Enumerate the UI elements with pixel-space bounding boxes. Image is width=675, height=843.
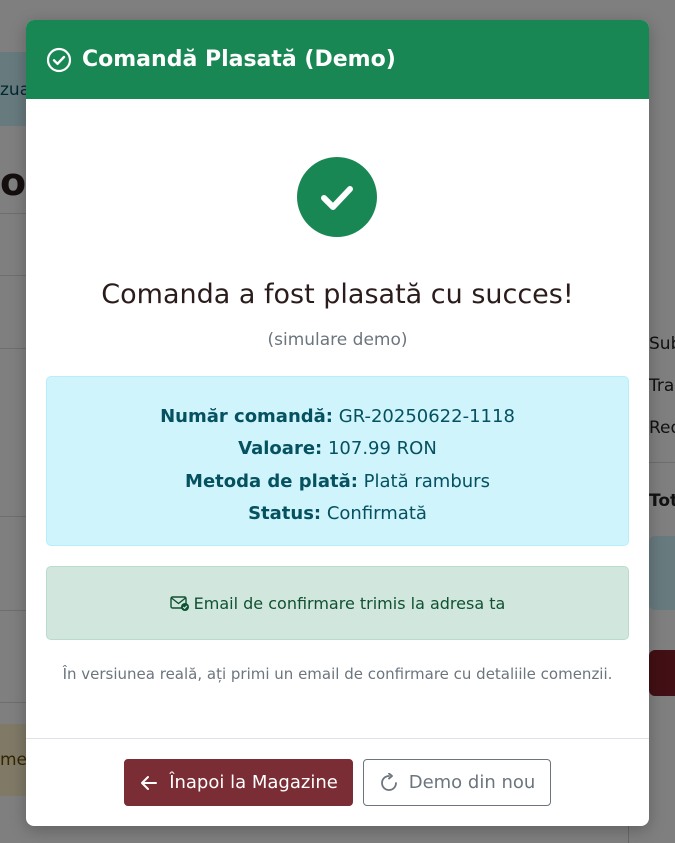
demo-note: În versiunea reală, ați primi un email d… [62,665,613,683]
demo-again-label: Demo din nou [408,772,536,793]
order-value-label: Valoare: [238,438,323,460]
success-check-icon [297,157,377,237]
payment-method-value: Plată ramburs [363,470,490,492]
arrow-left-icon [139,773,159,793]
success-heading: Comanda a fost plasată cu succes! [101,279,574,310]
order-confirmation-modal: Comandă Plasată (Demo) Comanda a fost pl… [26,20,649,826]
email-confirmation-alert: Email de confirmare trimis la adresa ta [46,566,629,640]
order-status-value: Confirmată [326,502,427,524]
payment-method-label: Metoda de plată: [185,470,358,492]
success-subheading: (simulare demo) [267,330,408,350]
back-to-stores-label: Înapoi la Magazine [169,772,338,793]
order-value-line: Valoare: 107.99 RON [47,433,628,465]
modal-body: Comanda a fost plasată cu succes! (simul… [26,99,649,738]
modal-title: Comandă Plasată (Demo) [82,47,396,72]
order-number-label: Număr comandă: [160,406,334,427]
order-value-value: 107.99 RON [327,438,437,460]
modal-header: Comandă Plasată (Demo) [26,20,649,99]
back-to-stores-button[interactable]: Înapoi la Magazine [124,759,353,806]
payment-method-line: Metoda de plată: Plată ramburs [47,466,628,498]
check-circle-icon [46,47,72,73]
order-number-value: GR-20250622-1118 [338,406,515,427]
modal-footer: Înapoi la Magazine Demo din nou [26,738,649,826]
email-confirmation-text: Email de confirmare trimis la adresa ta [193,593,506,613]
order-status-line: Status: Confirmată [47,498,628,530]
order-status-label: Status: [248,502,322,524]
order-number-line: Număr comandă: GR-20250622-1118 [47,401,628,433]
envelope-check-icon [169,595,190,611]
order-details-box: Număr comandă: GR-20250622-1118 Valoare:… [46,376,629,546]
demo-again-button[interactable]: Demo din nou [363,759,551,806]
refresh-icon [379,772,399,793]
